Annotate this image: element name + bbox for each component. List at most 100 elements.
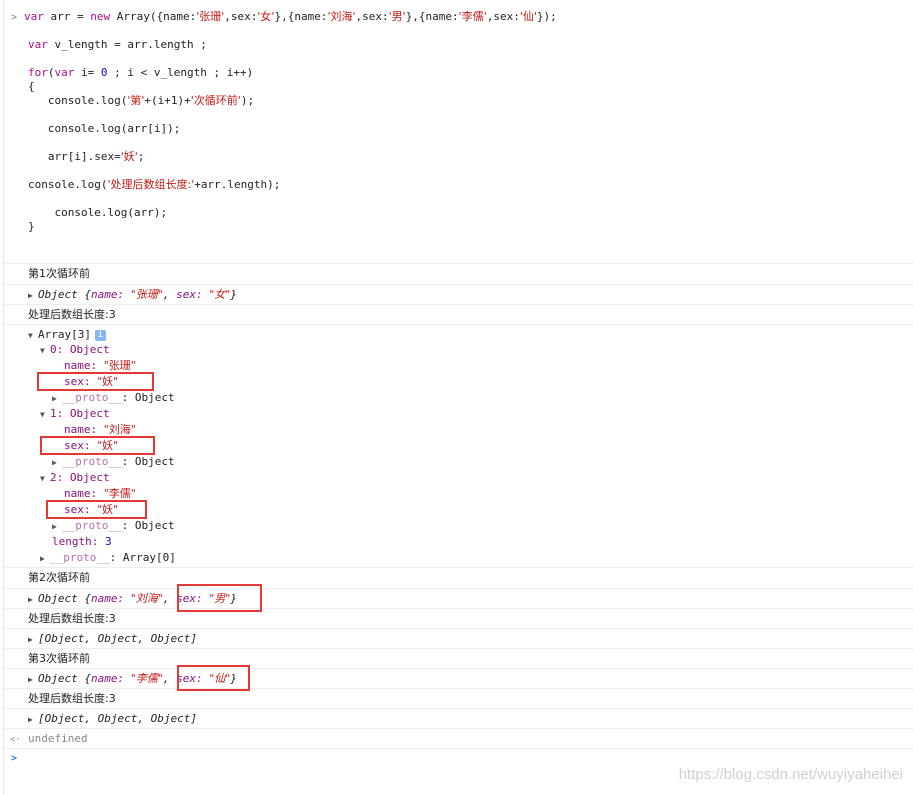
code-text: ,sex: xyxy=(355,10,389,23)
triangle-down-icon[interactable]: ▼ xyxy=(40,407,50,423)
proto-key: __proto__ xyxy=(50,551,110,564)
keyword: for xyxy=(28,66,48,79)
property-key: name: xyxy=(90,288,131,301)
triangle-right-icon[interactable]: ▶ xyxy=(28,710,38,730)
array-label: Array[3] xyxy=(38,328,91,341)
proto-key: __proto__ xyxy=(62,391,122,404)
code-line-1: > var arr = new Array({name:'张珊',sex:'女'}… xyxy=(4,9,913,26)
code-text: ,sex: xyxy=(486,10,520,23)
property-key: name: xyxy=(90,592,131,605)
code-text: ,sex: xyxy=(224,10,258,23)
code-line-2: var v_length = arr.length ; xyxy=(28,37,913,53)
code-text: i= xyxy=(74,66,101,79)
log-array-collapsed-1[interactable]: ▶ [Object, Object, Object] xyxy=(4,628,913,650)
keyword: new xyxy=(90,10,111,23)
triangle-right-icon[interactable]: ▶ xyxy=(28,670,38,690)
triangle-right-icon[interactable]: ▶ xyxy=(28,630,38,650)
item-label: 0: Object xyxy=(50,343,110,356)
info-icon[interactable]: i xyxy=(94,329,106,341)
object-label: } xyxy=(230,288,237,301)
property-key: name: xyxy=(90,672,131,685)
code-line-8: console.log('处理后数组长度:'+arr.length); xyxy=(28,177,913,193)
item-label: 1: Object xyxy=(50,407,110,420)
code-line-5: console.log('第'+(i+1)+'次循环前'); xyxy=(28,93,913,109)
triangle-right-icon[interactable]: ▶ xyxy=(28,286,38,306)
log-loop2-before: 第2次循环前 xyxy=(4,567,913,588)
log-loop1-before: 第1次循环前 xyxy=(4,263,913,284)
triangle-right-icon[interactable]: ▶ xyxy=(40,551,50,567)
separator: , xyxy=(162,672,177,685)
item2-proto[interactable]: ▶ __proto__: Object xyxy=(4,518,913,535)
watermark: https://blog.csdn.net/wuyiyaheihei xyxy=(678,766,903,783)
string-literal: '仙' xyxy=(519,10,537,23)
property-key: name: xyxy=(64,423,104,436)
array-preview: [Object, Object, Object] xyxy=(38,712,197,725)
code-text: console.log( xyxy=(28,178,108,191)
string-literal: '张珊' xyxy=(196,10,225,23)
property-value: "刘海" xyxy=(130,592,163,605)
item0-proto[interactable]: ▶ __proto__: Object xyxy=(4,390,913,407)
log-array-collapsed-2[interactable]: ▶ [Object, Object, Object] xyxy=(4,708,913,730)
property-key: name: xyxy=(64,487,104,500)
property-value: 3 xyxy=(104,535,112,548)
log-loop1-object[interactable]: ▶ Object {name: "张珊", sex: "女"} xyxy=(4,284,913,306)
object-label: Object { xyxy=(38,672,91,685)
array-item-2[interactable]: ▼ 2: Object xyxy=(4,470,913,487)
code-line-6: console.log(arr[i]); xyxy=(28,122,181,135)
separator: , xyxy=(162,288,177,301)
log-loop2-object[interactable]: ▶ Object {name: "刘海", sex: "男"} xyxy=(4,588,913,610)
keyword: var xyxy=(28,38,48,51)
triangle-right-icon[interactable]: ▶ xyxy=(52,519,62,535)
input-prompt-icon: > xyxy=(11,12,18,23)
keyword: var xyxy=(24,10,44,23)
triangle-right-icon[interactable]: ▶ xyxy=(52,391,62,407)
code-text: v_length = arr.length ; xyxy=(47,38,207,51)
code-text: ; xyxy=(137,150,145,163)
code-text: },{name: xyxy=(274,10,328,23)
code-line-10: } xyxy=(28,220,35,233)
proto-value: : Object xyxy=(121,519,175,532)
property-key: length: xyxy=(52,535,105,548)
highlight-box xyxy=(40,436,155,455)
log-array-length-2: 处理后数组长度:3 xyxy=(4,608,913,629)
property-value: "张珊" xyxy=(130,288,163,301)
code-line-7: arr[i].sex='妖'; xyxy=(28,149,913,165)
number-literal: 0 xyxy=(100,66,108,79)
string-literal: '处理后数组长度:' xyxy=(107,178,195,191)
object-label: Object { xyxy=(38,592,91,605)
property-value: "李儒" xyxy=(130,672,163,685)
highlight-box xyxy=(177,584,262,612)
array-item-0[interactable]: ▼ 0: Object xyxy=(4,342,913,359)
keyword: var xyxy=(54,66,75,79)
string-literal: '李儒' xyxy=(458,10,487,23)
string-literal: '次循环前' xyxy=(190,94,241,107)
string-literal: '第' xyxy=(127,94,145,107)
triangle-down-icon[interactable]: ▼ xyxy=(40,471,50,487)
code-text: Array({name: xyxy=(110,10,197,23)
proto-key: __proto__ xyxy=(62,519,122,532)
string-literal: '女' xyxy=(257,10,275,23)
proto-value: : Object xyxy=(121,391,175,404)
code-text: ( xyxy=(47,66,55,79)
triangle-right-icon[interactable]: ▶ xyxy=(52,455,62,471)
log-array-length-3: 处理后数组长度:3 xyxy=(4,688,913,709)
array-proto[interactable]: ▶ __proto__: Array[0] xyxy=(4,550,913,567)
highlight-box xyxy=(46,500,147,519)
log-array-length-1: 处理后数组长度:3 xyxy=(4,304,913,325)
property-key: sex: xyxy=(176,288,210,301)
log-loop3-object[interactable]: ▶ Object {name: "李儒", sex: "仙"} xyxy=(4,668,913,690)
highlight-box xyxy=(37,372,154,391)
item1-proto[interactable]: ▶ __proto__: Object xyxy=(4,454,913,471)
code-text: console.log( xyxy=(28,94,128,107)
code-text: +(i+1)+ xyxy=(144,94,191,107)
array-item-1[interactable]: ▼ 1: Object xyxy=(4,406,913,423)
property-value: "张珊" xyxy=(103,359,136,372)
triangle-down-icon[interactable]: ▼ xyxy=(40,343,50,359)
property-key: name: xyxy=(64,359,104,372)
proto-key: __proto__ xyxy=(62,455,122,468)
separator: , xyxy=(162,592,177,605)
triangle-right-icon[interactable]: ▶ xyxy=(28,590,38,610)
proto-value: : Array[0] xyxy=(109,551,176,564)
code-text: },{name: xyxy=(405,10,459,23)
property-value: "李儒" xyxy=(103,487,136,500)
